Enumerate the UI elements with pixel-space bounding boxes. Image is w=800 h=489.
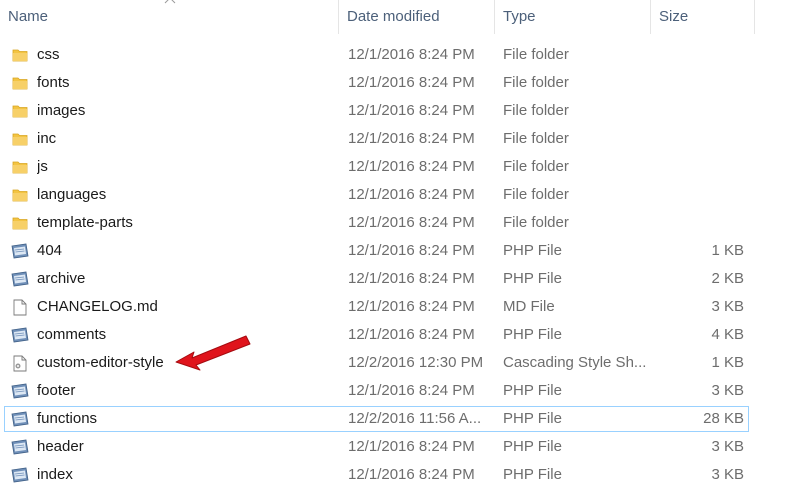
file-type: File folder (503, 46, 569, 63)
php-file-icon (10, 237, 30, 265)
folder-icon (10, 153, 30, 181)
file-date-modified: 12/1/2016 8:24 PM (348, 186, 475, 203)
file-list: css 12/1/2016 8:24 PM File folder fonts 12/1… (0, 41, 800, 489)
file-name: 404 (37, 242, 63, 259)
file-size (655, 125, 744, 153)
file-row[interactable]: css 12/1/2016 8:24 PM File folder (0, 41, 800, 69)
file-date-modified: 12/1/2016 8:24 PM (348, 438, 475, 455)
file-type: PHP File (503, 382, 562, 399)
file-name: template-parts (37, 214, 133, 231)
file-row[interactable]: 404 12/1/2016 8:24 PM PHP File 1 KB (0, 237, 800, 265)
file-name: CHANGELOG.md (37, 298, 158, 315)
file-size: 3 KB (711, 438, 744, 455)
file-name: images (37, 102, 86, 119)
php-file-icon (10, 321, 30, 349)
file-row[interactable]: header 12/1/2016 8:24 PM PHP File 3 KB (0, 433, 800, 461)
file-size (655, 181, 744, 209)
file-name: header (37, 438, 84, 455)
file-name: inc (37, 130, 57, 147)
red-arrow-icon (175, 335, 251, 371)
file-type: PHP File (503, 410, 562, 427)
file-row[interactable]: functions 12/2/2016 11:56 A... PHP File 28 … (0, 405, 800, 433)
file-name: js (37, 158, 48, 175)
file-size (655, 209, 744, 237)
column-header-size[interactable]: Size (651, 0, 754, 34)
column-header-row: Name Date modified Type Size (0, 0, 800, 34)
file-type: PHP File (503, 438, 562, 455)
file-name: footer (37, 382, 76, 399)
file-size: 4 KB (711, 326, 744, 343)
file-size: 2 KB (711, 270, 744, 287)
file-type: File folder (503, 214, 569, 231)
file-row[interactable]: template-parts 12/1/2016 8:24 PM File fold… (0, 209, 800, 237)
folder-icon (10, 209, 30, 237)
file-date-modified: 12/2/2016 12:30 PM (348, 354, 484, 371)
file-date-modified: 12/1/2016 8:24 PM (348, 270, 475, 287)
css-file-icon (10, 349, 30, 377)
blank-file-icon (10, 293, 30, 321)
file-row[interactable]: images 12/1/2016 8:24 PM File folder (0, 97, 800, 125)
file-size: 1 KB (711, 242, 744, 259)
file-name: css (37, 46, 60, 63)
file-size (655, 41, 744, 69)
file-size: 28 KB (703, 410, 744, 427)
column-header-type[interactable]: Type (495, 0, 650, 34)
folder-icon (10, 181, 30, 209)
file-date-modified: 12/1/2016 8:24 PM (348, 102, 475, 119)
folder-icon (10, 41, 30, 69)
file-size: 3 KB (711, 382, 744, 399)
file-row[interactable]: custom-editor-style 12/2/2016 12:30 PM Cas… (0, 349, 800, 377)
file-row[interactable]: footer 12/1/2016 8:24 PM PHP File 3 KB (0, 377, 800, 405)
column-divider[interactable] (754, 0, 755, 34)
column-header-name[interactable]: Name (0, 0, 337, 34)
file-type: File folder (503, 158, 569, 175)
file-date-modified: 12/1/2016 8:24 PM (348, 130, 475, 147)
folder-icon (10, 97, 30, 125)
file-size (655, 153, 744, 181)
folder-icon (10, 69, 30, 97)
file-name: archive (37, 270, 86, 287)
file-type: Cascading Style Sh... (503, 354, 647, 371)
file-type: PHP File (503, 242, 562, 259)
php-file-icon (10, 433, 30, 461)
file-name: functions (37, 410, 98, 427)
file-type: PHP File (503, 326, 562, 343)
file-row[interactable]: comments 12/1/2016 8:24 PM PHP File 4 KB (0, 321, 800, 349)
file-date-modified: 12/1/2016 8:24 PM (348, 242, 475, 259)
file-type: File folder (503, 130, 569, 147)
file-name: languages (37, 186, 107, 203)
file-date-modified: 12/1/2016 8:24 PM (348, 158, 475, 175)
php-file-icon (10, 405, 30, 433)
file-type: PHP File (503, 270, 562, 287)
file-size (655, 97, 744, 125)
file-type: MD File (503, 298, 555, 315)
file-type: File folder (503, 74, 569, 91)
file-date-modified: 12/1/2016 8:24 PM (348, 74, 475, 91)
file-date-modified: 12/1/2016 8:24 PM (348, 326, 475, 343)
file-size (655, 69, 744, 97)
file-size: 3 KB (711, 298, 744, 315)
file-row[interactable]: languages 12/1/2016 8:24 PM File folder (0, 181, 800, 209)
folder-icon (10, 125, 30, 153)
file-size: 1 KB (711, 354, 744, 371)
file-row[interactable]: js 12/1/2016 8:24 PM File folder (0, 153, 800, 181)
file-type: File folder (503, 102, 569, 119)
file-name: fonts (37, 74, 70, 91)
file-date-modified: 12/1/2016 8:24 PM (348, 214, 475, 231)
file-date-modified: 12/1/2016 8:24 PM (348, 298, 475, 315)
column-header-date[interactable]: Date modified (339, 0, 494, 34)
file-row[interactable]: inc 12/1/2016 8:24 PM File folder (0, 125, 800, 153)
file-row[interactable]: CHANGELOG.md 12/1/2016 8:24 PM MD File 3 KB (0, 293, 800, 321)
file-date-modified: 12/1/2016 8:24 PM (348, 46, 475, 63)
file-date-modified: 12/2/2016 11:56 A... (348, 410, 482, 427)
php-file-icon (10, 377, 30, 405)
file-date-modified: 12/1/2016 8:24 PM (348, 382, 475, 399)
file-row[interactable]: archive 12/1/2016 8:24 PM PHP File 2 KB (0, 265, 800, 293)
php-file-icon (10, 265, 30, 293)
file-type: File folder (503, 186, 569, 203)
file-row[interactable]: fonts 12/1/2016 8:24 PM File folder (0, 69, 800, 97)
